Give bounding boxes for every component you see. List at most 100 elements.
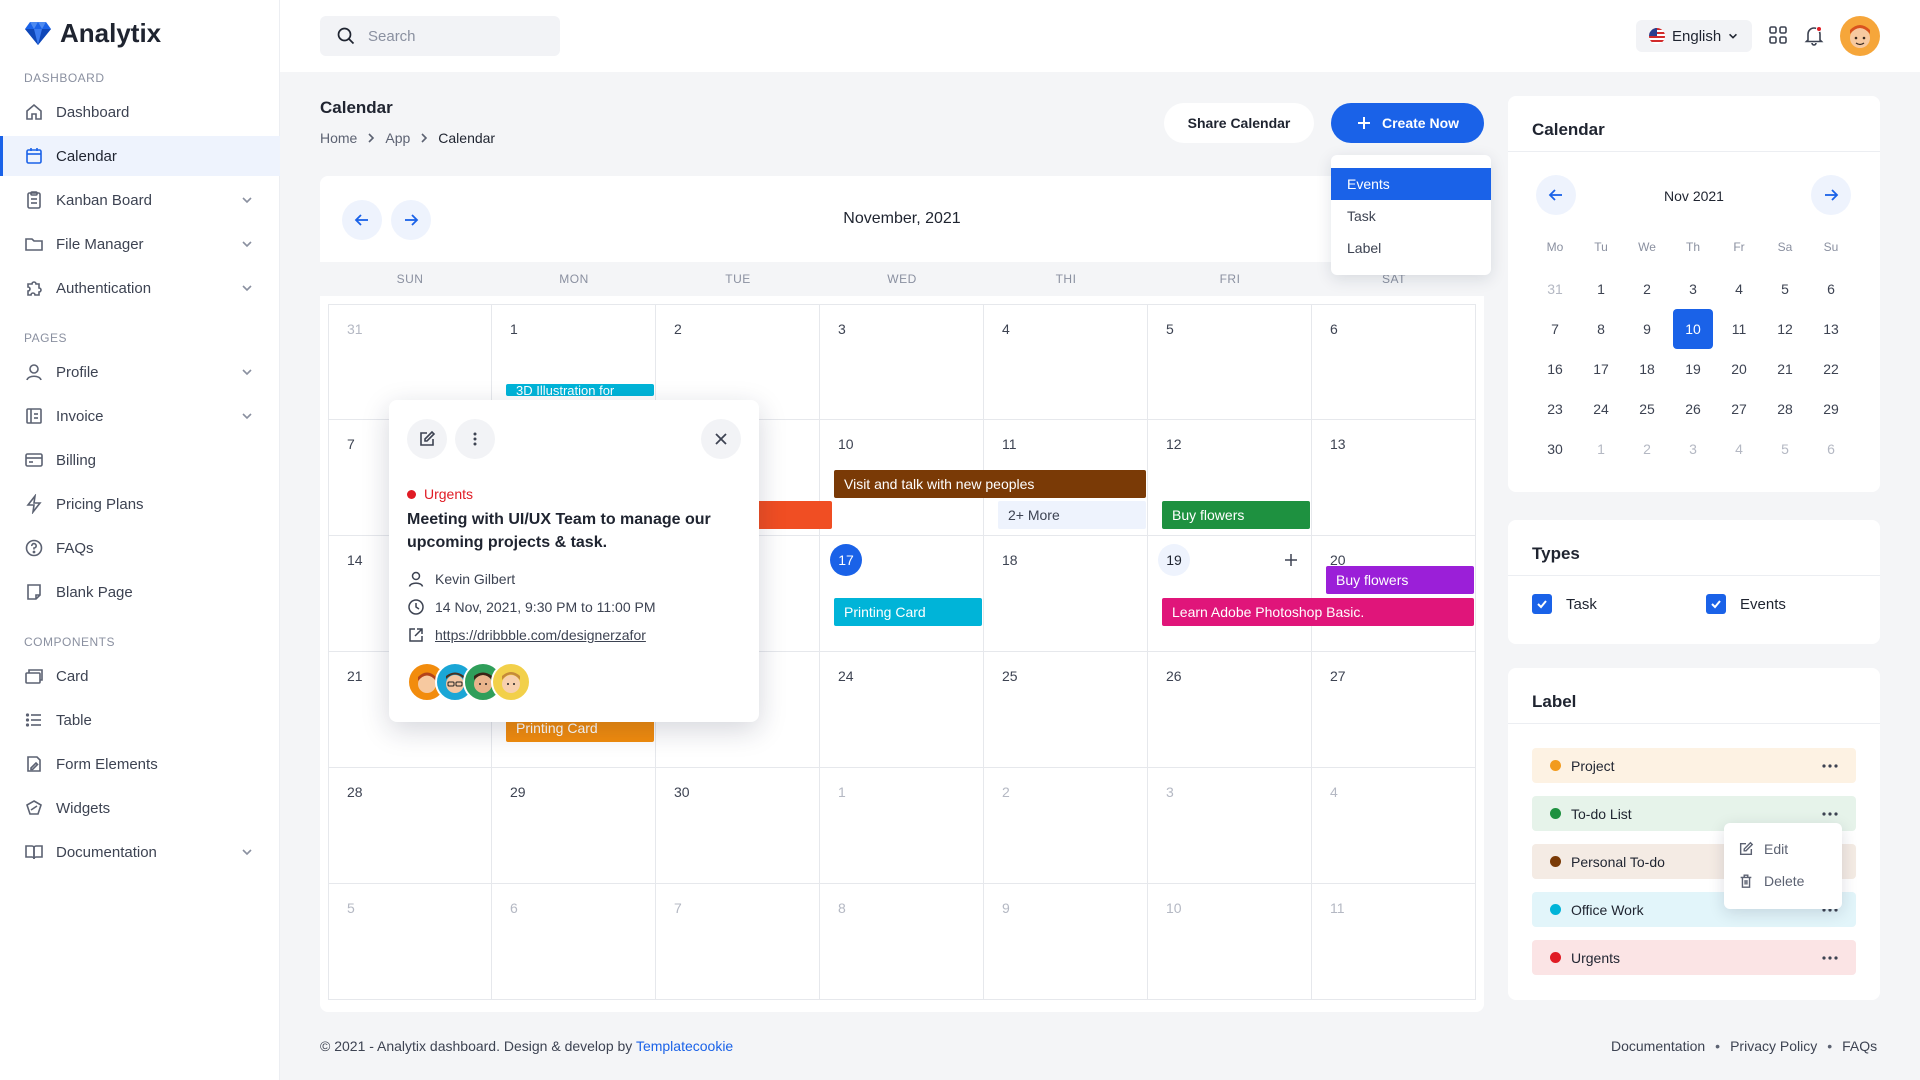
- mini-day[interactable]: 4: [1719, 429, 1759, 469]
- mini-day[interactable]: 21: [1765, 349, 1805, 389]
- search-box[interactable]: [320, 16, 560, 56]
- mini-day[interactable]: 29: [1811, 389, 1851, 429]
- horizontal-dots-icon[interactable]: [1820, 756, 1840, 776]
- day-cell[interactable]: 18: [984, 536, 1148, 652]
- mini-day[interactable]: 13: [1811, 309, 1851, 349]
- day-cell[interactable]: 3: [820, 304, 984, 420]
- day-cell[interactable]: 25: [984, 652, 1148, 768]
- event-more-button[interactable]: [455, 419, 495, 459]
- author-link[interactable]: Templatecookie: [636, 1038, 733, 1054]
- day-cell[interactable]: 24: [820, 652, 984, 768]
- sidebar-item-widgets[interactable]: Widgets: [0, 788, 280, 828]
- mini-day[interactable]: 3: [1673, 429, 1713, 469]
- sidebar-item-card[interactable]: Card: [0, 656, 280, 696]
- sidebar-item-file-manager[interactable]: File Manager: [0, 224, 280, 264]
- mini-day[interactable]: 8: [1581, 309, 1621, 349]
- mini-day[interactable]: 2: [1627, 269, 1667, 309]
- event-printing-card[interactable]: Printing Card: [834, 598, 982, 626]
- mini-day[interactable]: 1: [1581, 269, 1621, 309]
- day-cell[interactable]: 4: [984, 304, 1148, 420]
- day-cell[interactable]: 28: [328, 768, 492, 884]
- mini-day[interactable]: 19: [1673, 349, 1713, 389]
- sidebar-item-documentation[interactable]: Documentation: [0, 832, 280, 872]
- sidebar-item-authentication[interactable]: Authentication: [0, 268, 280, 308]
- sidebar-item-table[interactable]: Table: [0, 700, 280, 740]
- add-event-icon[interactable]: [1284, 553, 1298, 567]
- day-cell[interactable]: 5: [1148, 304, 1312, 420]
- mini-day[interactable]: 20: [1719, 349, 1759, 389]
- day-cell[interactable]: 1: [820, 768, 984, 884]
- mini-day[interactable]: 6: [1811, 269, 1851, 309]
- horizontal-dots-icon[interactable]: [1820, 804, 1840, 824]
- day-cell[interactable]: 6: [1312, 304, 1476, 420]
- create-menu-events[interactable]: Events: [1331, 168, 1491, 200]
- event-learn-photoshop[interactable]: Learn Adobe Photoshop Basic.: [1162, 598, 1474, 626]
- mini-day[interactable]: 31: [1535, 269, 1575, 309]
- sidebar-item-pricing-plans[interactable]: Pricing Plans: [0, 484, 280, 524]
- day-cell[interactable]: 29: [492, 768, 656, 884]
- create-menu-task[interactable]: Task: [1331, 200, 1491, 232]
- mini-day[interactable]: 4: [1719, 269, 1759, 309]
- day-cell[interactable]: 13: [1312, 420, 1476, 536]
- event-buy-flowers[interactable]: Buy flowers: [1326, 566, 1474, 594]
- label-delete-option[interactable]: Delete: [1738, 873, 1804, 889]
- day-cell[interactable]: 11: [1312, 884, 1476, 1000]
- mini-day[interactable]: 25: [1627, 389, 1667, 429]
- day-cell[interactable]: 20: [1312, 536, 1476, 652]
- attendee-avatar[interactable]: [491, 662, 531, 702]
- create-now-button[interactable]: Create Now: [1331, 103, 1484, 143]
- day-cell[interactable]: 10: [1148, 884, 1312, 1000]
- mini-day[interactable]: 1: [1581, 429, 1621, 469]
- sidebar-item-form-elements[interactable]: Form Elements: [0, 744, 280, 784]
- event-visit[interactable]: Visit and talk with new peoples: [834, 470, 1146, 498]
- mini-day[interactable]: 24: [1581, 389, 1621, 429]
- day-cell[interactable]: 8: [820, 884, 984, 1000]
- day-cell[interactable]: 9: [984, 884, 1148, 1000]
- mini-day[interactable]: 30: [1535, 429, 1575, 469]
- event-illustration[interactable]: 3D Illustration for: [506, 384, 654, 396]
- checkbox-checked[interactable]: [1706, 594, 1726, 614]
- mini-day[interactable]: 22: [1811, 349, 1851, 389]
- footer-link-faqs[interactable]: FAQs: [1842, 1038, 1877, 1054]
- day-cell[interactable]: 4: [1312, 768, 1476, 884]
- day-cell[interactable]: 26: [1148, 652, 1312, 768]
- create-menu-label[interactable]: Label: [1331, 232, 1491, 264]
- mini-day-selected[interactable]: 10: [1673, 309, 1713, 349]
- app-logo[interactable]: Analytix: [24, 16, 161, 50]
- mini-day[interactable]: 3: [1673, 269, 1713, 309]
- mini-day[interactable]: 18: [1627, 349, 1667, 389]
- horizontal-dots-icon[interactable]: [1820, 948, 1840, 968]
- footer-link-documentation[interactable]: Documentation: [1611, 1038, 1705, 1054]
- mini-day[interactable]: 23: [1535, 389, 1575, 429]
- sidebar-item-dashboard[interactable]: Dashboard: [0, 92, 280, 132]
- edit-event-button[interactable]: [407, 419, 447, 459]
- mini-day[interactable]: 27: [1719, 389, 1759, 429]
- user-avatar[interactable]: [1840, 16, 1880, 56]
- sidebar-item-calendar[interactable]: Calendar: [0, 136, 280, 176]
- sidebar-item-profile[interactable]: Profile: [0, 352, 280, 392]
- sidebar-item-kanban-board[interactable]: Kanban Board: [0, 180, 280, 220]
- more-events-link[interactable]: 2+ More: [998, 501, 1146, 529]
- day-cell[interactable]: 6: [492, 884, 656, 1000]
- mini-day[interactable]: 12: [1765, 309, 1805, 349]
- mini-day[interactable]: 2: [1627, 429, 1667, 469]
- sidebar-item-faqs[interactable]: FAQs: [0, 528, 280, 568]
- event-buy-flowers[interactable]: Buy flowers: [1162, 501, 1310, 529]
- type-task-checkbox[interactable]: Task: [1532, 594, 1597, 614]
- event-link[interactable]: https://dribbble.com/designerzafor: [435, 627, 646, 643]
- mini-day[interactable]: 7: [1535, 309, 1575, 349]
- apps-grid-icon[interactable]: [1767, 24, 1789, 46]
- mini-day[interactable]: 17: [1581, 349, 1621, 389]
- mini-day[interactable]: 28: [1765, 389, 1805, 429]
- search-input[interactable]: [368, 27, 548, 45]
- close-popup-button[interactable]: [701, 419, 741, 459]
- label-edit-option[interactable]: Edit: [1738, 841, 1788, 857]
- mini-day[interactable]: 5: [1765, 269, 1805, 309]
- share-calendar-button[interactable]: Share Calendar: [1164, 103, 1314, 143]
- day-cell[interactable]: 30: [656, 768, 820, 884]
- language-selector[interactable]: English: [1636, 20, 1752, 52]
- day-cell[interactable]: 7: [656, 884, 820, 1000]
- day-cell[interactable]: 5: [328, 884, 492, 1000]
- label-item[interactable]: Project: [1532, 748, 1856, 783]
- sidebar-item-billing[interactable]: Billing: [0, 440, 280, 480]
